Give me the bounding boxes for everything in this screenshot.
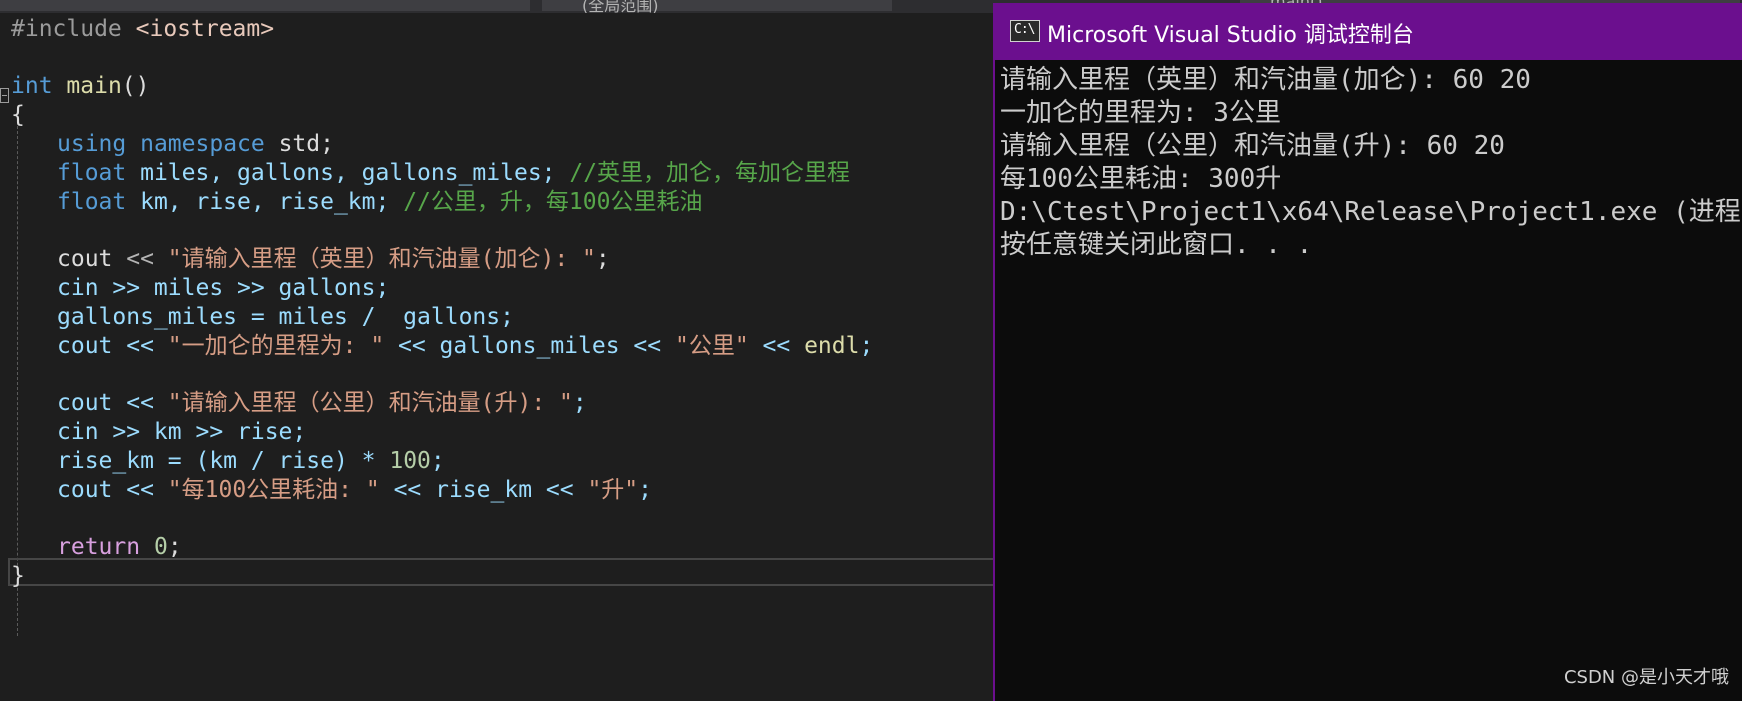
code-line-3[interactable]: int main() [11,70,150,102]
watermark: CSDN @是小天才哦 [1563,667,1729,688]
console-app-icon: C:\ [1010,20,1040,42]
console-line: 一加仑的里程为: 3公里 [1000,98,1281,128]
console-line: 每100公里耗油: 300升 [1000,164,1282,194]
console-title: Microsoft Visual Studio 调试控制台 [1047,23,1414,48]
code-line-5[interactable]: using namespace std; [57,128,334,160]
code-line-17[interactable]: cout << "每100公里耗油: " << rise_km << "升"; [57,474,652,506]
console-line: 请输入里程（英里）和汽油量(加仑): 60 20 [1000,65,1531,95]
code-line-6[interactable]: float miles, gallons, gallons_miles; //英… [57,157,850,189]
file-tab-segment[interactable] [0,0,530,11]
console-line: 请输入里程（公里）和汽油量(升): 60 20 [1000,131,1505,161]
code-line-20[interactable]: } [11,560,25,592]
code-line-11[interactable]: gallons_miles = miles / gallons; [57,301,514,333]
console-line: 按任意键关闭此窗口. . . [1000,230,1313,260]
code-line-1[interactable]: #include <iostream> [11,13,274,45]
console-output[interactable]: 请输入里程（英里）和汽油量(加仑): 60 20 一加仑的里程为: 3公里 请输… [1000,64,1742,262]
collapse-icon[interactable] [0,88,9,103]
console-line: D:\Ctest\Project1\x64\Release\Project1.e… [1000,197,1741,227]
code-editor[interactable]: #include <iostream> int main() { using n… [0,13,995,701]
code-line-7[interactable]: float km, rise, rise_km; //公里，升，每100公里耗油 [57,186,702,218]
code-line-4[interactable]: { [11,99,25,131]
code-line-14[interactable]: cout << "请输入里程（公里）和汽油量(升): "; [57,387,587,419]
debug-console-window[interactable]: C:\ Microsoft Visual Studio 调试控制台 请输入里程（… [993,3,1742,701]
scope-dropdown[interactable]: (全局范围) [542,0,892,15]
code-line-16[interactable]: rise_km = (km / rise) * 100; [57,445,445,477]
code-line-12[interactable]: cout << "一加仑的里程为: " << gallons_miles << … [57,330,873,362]
code-line-9[interactable]: cout << "请输入里程（英里）和汽油量(加仑): "; [57,243,610,275]
code-line-10[interactable]: cin >> miles >> gallons; [57,272,389,304]
code-line-19[interactable]: return 0; [57,531,182,563]
console-title-bar[interactable]: C:\ Microsoft Visual Studio 调试控制台 [995,3,1742,60]
code-line-15[interactable]: cin >> km >> rise; [57,416,306,448]
